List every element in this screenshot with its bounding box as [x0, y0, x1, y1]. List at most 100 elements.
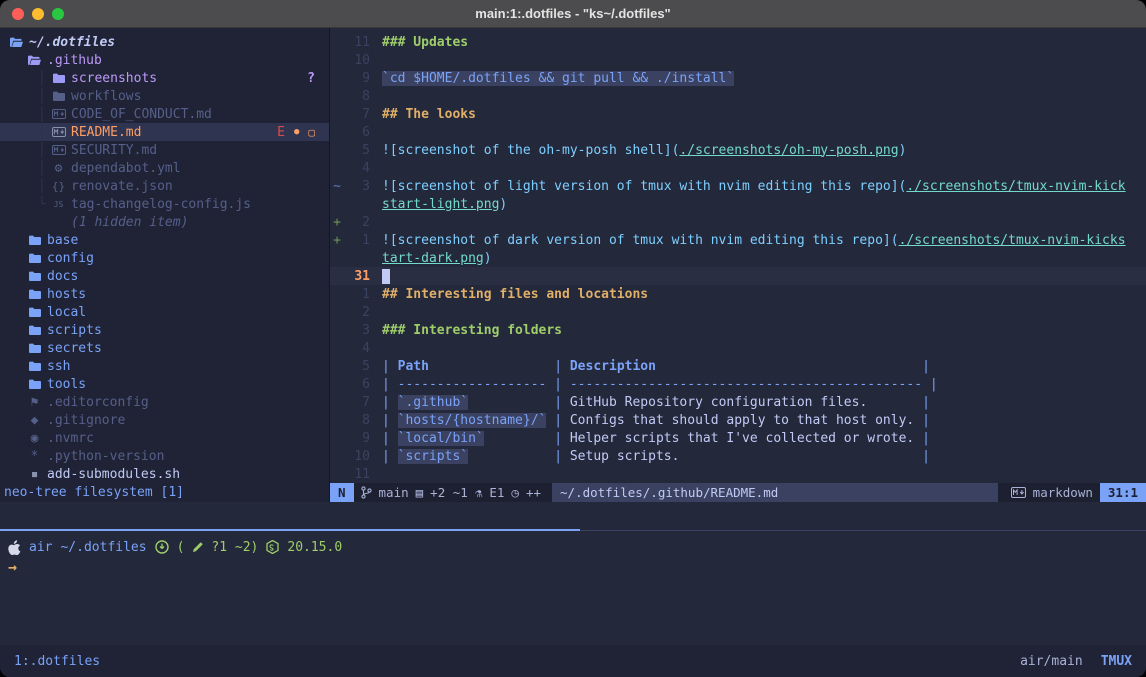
- editor-line[interactable]: 9 | `local/bin` | Helper scripts that I'v…: [330, 429, 1146, 447]
- tree-item-label: CODE_OF_CONDUCT.md: [71, 107, 212, 122]
- line-number: 3: [344, 323, 370, 338]
- folder-icon: [26, 343, 43, 353]
- editor-line[interactable]: 7| `.github` | GitHub Repository configu…: [330, 393, 1146, 411]
- editor-line[interactable]: 8: [330, 87, 1146, 105]
- line-number: 9: [344, 431, 370, 446]
- editor-line[interactable]: +1![screenshot of dark version of tmux w…: [330, 231, 1146, 249]
- line-number: 2: [344, 215, 370, 230]
- titlebar[interactable]: main:1:.dotfiles - "ks~/.dotfiles": [0, 0, 1146, 28]
- line-text: | Path | Description |: [382, 359, 1146, 374]
- line-text: | `local/bin` | Helper scripts that I've…: [382, 431, 1146, 446]
- editor-line[interactable]: 10| `scripts` | Setup scripts. |: [330, 447, 1146, 465]
- tree-item-.nvmrc[interactable]: ◉.nvmrc: [0, 429, 329, 447]
- line-number: 7: [344, 107, 370, 122]
- tree-item-readme.md[interactable]: │README.mdE●▢: [0, 123, 329, 141]
- tmux-status-bar: 1:.dotfiles air/main TMUX: [0, 645, 1146, 677]
- editor-panel[interactable]: 11### Updates109`cd $HOME/.dotfiles && g…: [330, 28, 1146, 502]
- tree-item-screenshots[interactable]: │screenshots?: [0, 69, 329, 87]
- tree-item-ssh[interactable]: ssh: [0, 357, 329, 375]
- editor-line[interactable]: 5| Path | Description |: [330, 357, 1146, 375]
- tree-item--.dotfiles[interactable]: ~/.dotfiles: [0, 33, 329, 51]
- square-icon: ▪: [26, 467, 43, 482]
- line-number: 6: [344, 377, 370, 392]
- tree-item-add-submodules.sh[interactable]: ▪ add-submodules.sh: [0, 465, 329, 483]
- editor-buffer[interactable]: 11### Updates109`cd $HOME/.dotfiles && g…: [330, 28, 1146, 483]
- line-text: tart-dark.png): [382, 251, 1146, 266]
- editor-line[interactable]: 11: [330, 465, 1146, 483]
- line-text: ![screenshot of dark version of tmux wit…: [382, 233, 1146, 248]
- editor-line[interactable]: 2: [330, 303, 1146, 321]
- tree-guide: │: [38, 107, 50, 122]
- star-icon: *: [26, 449, 43, 464]
- line-text: [382, 269, 1146, 284]
- tree-guide: [38, 215, 50, 230]
- editor-line[interactable]: 5![screenshot of the oh-my-posh shell](.…: [330, 141, 1146, 159]
- status-badge: ▢: [308, 126, 315, 139]
- flag-icon: ⚑: [26, 395, 43, 410]
- tree-item-label: tag-changelog-config.js: [71, 197, 251, 212]
- line-text: | `scripts` | Setup scripts. |: [382, 449, 1146, 464]
- editor-line[interactable]: 3### Interesting folders: [330, 321, 1146, 339]
- tree-item-local[interactable]: local: [0, 303, 329, 321]
- editor-line[interactable]: tart-dark.png): [330, 249, 1146, 267]
- node-version: 20.15.0: [287, 540, 342, 555]
- tree-item-.editorconfig[interactable]: ⚑.editorconfig: [0, 393, 329, 411]
- tree-item-hosts[interactable]: hosts: [0, 285, 329, 303]
- tree-item-base[interactable]: base: [0, 231, 329, 249]
- editor-line[interactable]: 11### Updates: [330, 33, 1146, 51]
- tree-item-.gitignore[interactable]: ◆.gitignore: [0, 411, 329, 429]
- tree-item-config[interactable]: config: [0, 249, 329, 267]
- cursor: [382, 269, 390, 284]
- tree-item-tools[interactable]: tools: [0, 375, 329, 393]
- editor-line[interactable]: 7## The looks: [330, 105, 1146, 123]
- line-text: `cd $HOME/.dotfiles && git pull && ./ins…: [382, 71, 1146, 86]
- tree-item-tag-changelog-config.js[interactable]: └JStag-changelog-config.js: [0, 195, 329, 213]
- tree-item--1-hidden-item-[interactable]: (1 hidden item): [0, 213, 329, 231]
- editor-line[interactable]: 8| `hosts/{hostname}/` | Configs that sh…: [330, 411, 1146, 429]
- tmux-pane-shell[interactable]: air ~/.dotfiles ( ?1 ~2) 20.15.0 →: [0, 531, 1146, 645]
- line-number: 4: [344, 161, 370, 176]
- tree-item-secrets[interactable]: secrets: [0, 339, 329, 357]
- line-number: 10: [344, 53, 370, 68]
- tree-item-label: add-submodules.sh: [47, 467, 180, 482]
- editor-line[interactable]: start-light.png): [330, 195, 1146, 213]
- editor-line[interactable]: 10: [330, 51, 1146, 69]
- line-text: ![screenshot of the oh-my-posh shell](./…: [382, 143, 1146, 158]
- file-tree: ~/.dotfiles.github│screenshots?│workflow…: [0, 28, 329, 483]
- tree-item-label: local: [47, 305, 86, 320]
- tree-item-workflows[interactable]: │workflows: [0, 87, 329, 105]
- tree-item-code-of-conduct.md[interactable]: │ CODE_OF_CONDUCT.md: [0, 105, 329, 123]
- tree-item-dependabot.yml[interactable]: │⚙dependabot.yml: [0, 159, 329, 177]
- tree-item-label: docs: [47, 269, 78, 284]
- folder-open-icon: [26, 55, 43, 65]
- tree-item-.github[interactable]: .github: [0, 51, 329, 69]
- editor-line[interactable]: ~3![screenshot of light version of tmux …: [330, 177, 1146, 195]
- line-text: ### Updates: [382, 35, 1146, 50]
- folder-icon: [26, 325, 43, 335]
- tree-item-.python-version[interactable]: *.python-version: [0, 447, 329, 465]
- apple-icon: [8, 540, 21, 555]
- tmux-window-item[interactable]: 1:.dotfiles: [14, 654, 100, 669]
- status-badge: ?: [307, 71, 315, 86]
- pencil-icon: [192, 542, 203, 553]
- tree-item-docs[interactable]: docs: [0, 267, 329, 285]
- tree-guide: │: [38, 89, 50, 104]
- tree-item-scripts[interactable]: scripts: [0, 321, 329, 339]
- tree-item-renovate.json[interactable]: │{}renovate.json: [0, 177, 329, 195]
- editor-line[interactable]: +2: [330, 213, 1146, 231]
- editor-line[interactable]: 1## Interesting files and locations: [330, 285, 1146, 303]
- tree-item-label: hosts: [47, 287, 86, 302]
- editor-line[interactable]: 9`cd $HOME/.dotfiles && git pull && ./in…: [330, 69, 1146, 87]
- editor-line[interactable]: 6: [330, 123, 1146, 141]
- tree-item-security.md[interactable]: │SECURITY.md: [0, 141, 329, 159]
- editor-line[interactable]: 31: [330, 267, 1146, 285]
- git-branch-name: main: [379, 485, 409, 500]
- tmux-session-name: air/main: [1020, 654, 1083, 669]
- editor-line[interactable]: 6| ------------------- | ---------------…: [330, 375, 1146, 393]
- editor-line[interactable]: 4: [330, 339, 1146, 357]
- git-branch-icon: [361, 486, 372, 499]
- tmux-label: TMUX: [1101, 654, 1132, 669]
- prompt-cwd: ~/.dotfiles: [60, 540, 146, 555]
- tree-item-label: renovate.json: [71, 179, 173, 194]
- editor-line[interactable]: 4: [330, 159, 1146, 177]
